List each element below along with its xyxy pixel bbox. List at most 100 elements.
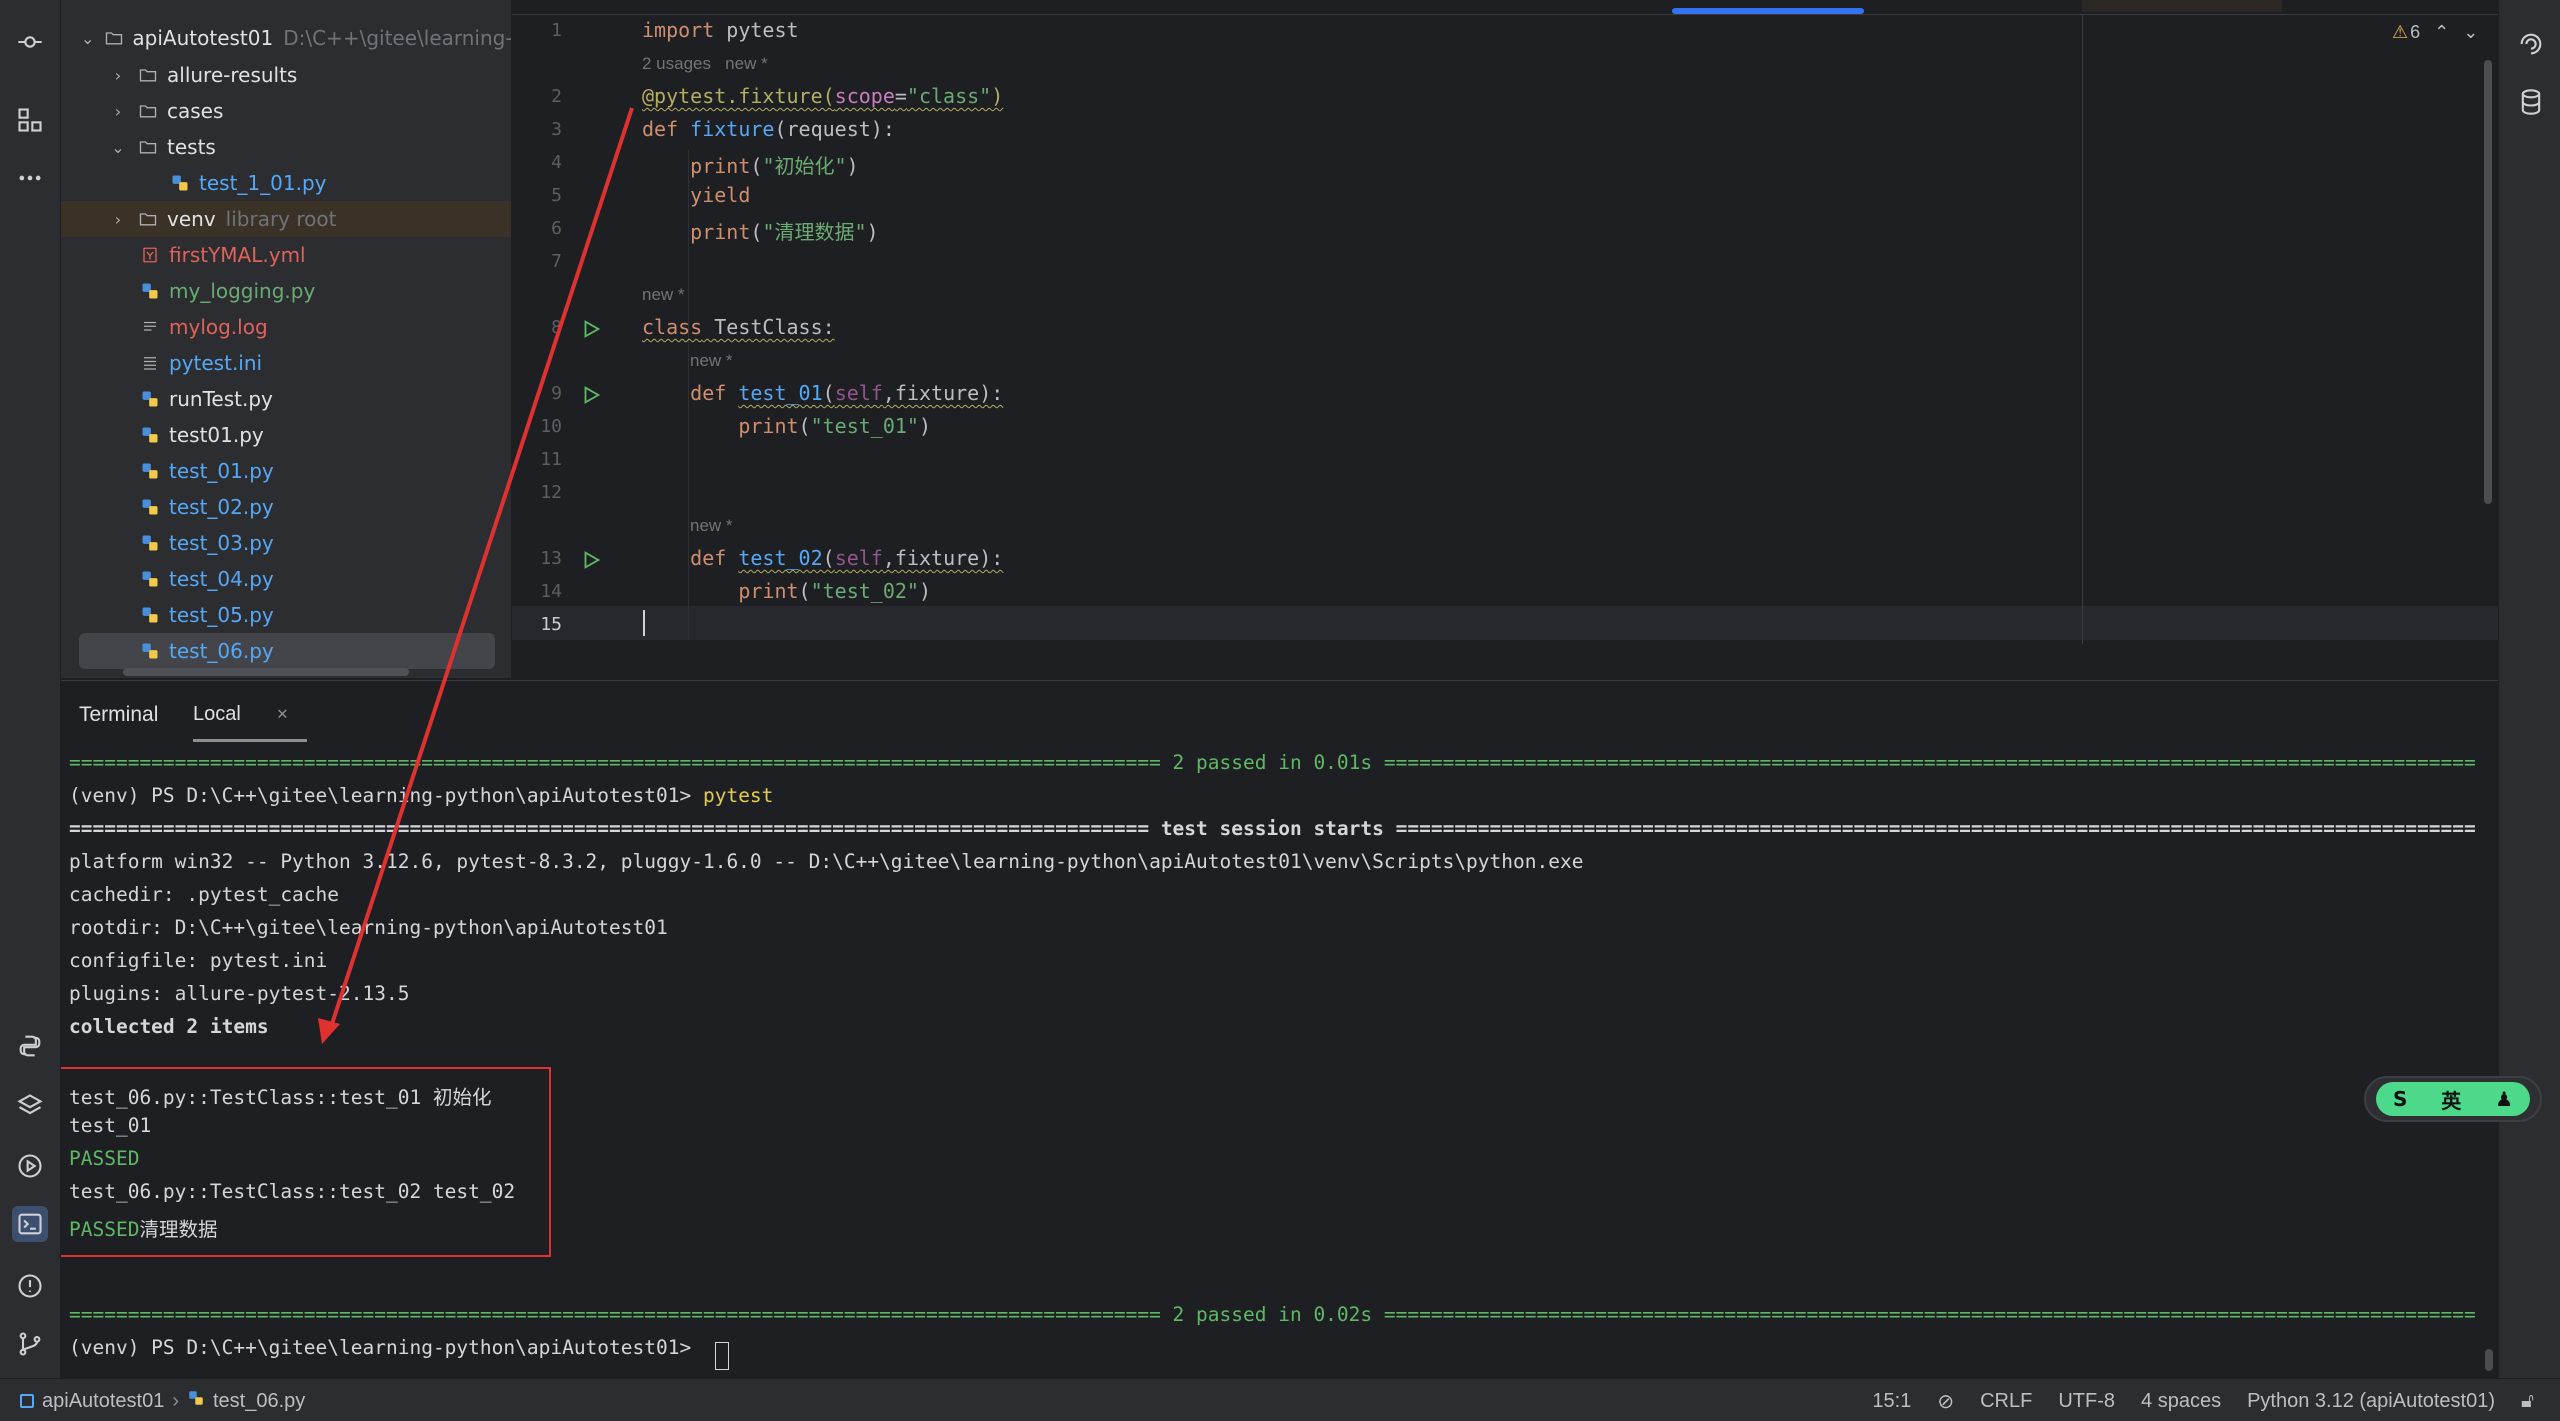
code-line-8: class TestClass:	[642, 315, 835, 339]
tree-item-runtest[interactable]: runTest.py	[61, 381, 511, 417]
ai-assistant-icon[interactable]	[2513, 26, 2549, 62]
code-line-6: print("清理数据")	[642, 216, 878, 245]
problems-icon[interactable]	[12, 1268, 48, 1304]
builtin: print	[690, 154, 751, 178]
tree-item-test-05[interactable]: test_05.py	[61, 597, 511, 633]
chevron-up-icon[interactable]: ⌃	[2434, 22, 2449, 43]
line-number: 12	[540, 482, 562, 503]
tree-root-label: apiAutotest01	[132, 26, 274, 50]
tree-item-label: test_01.py	[169, 459, 274, 483]
python-interpreter[interactable]: Python 3.12 (apiAutotest01)	[2247, 1390, 2495, 1413]
chevron-down-icon[interactable]: ⌄	[81, 29, 94, 48]
code-text: ,fixture):	[882, 546, 1004, 570]
folder-icon	[137, 208, 159, 230]
warning-icon: ⚠	[2392, 22, 2409, 42]
indent-setting[interactable]: 4 spaces	[2141, 1390, 2221, 1413]
line-separator[interactable]: CRLF	[1980, 1390, 2032, 1413]
self-keyword: self	[834, 546, 883, 570]
tree-item-allure-results[interactable]: › allure-results	[61, 57, 511, 93]
breadcrumb-project[interactable]: apiAutotest01	[42, 1390, 164, 1413]
function-name: test_02	[738, 546, 823, 570]
inspection-widget[interactable]: ⚠ 6 ⌃ ⌄	[2392, 22, 2478, 43]
tree-item-test01[interactable]: test01.py	[61, 417, 511, 453]
commit-icon[interactable]	[12, 24, 48, 60]
layers-icon[interactable]	[12, 1088, 48, 1124]
tree-item-label: test_1_01.py	[199, 171, 327, 195]
tree-horizontal-scrollbar[interactable]	[123, 668, 409, 676]
annotation-highlight-box	[61, 1067, 551, 1257]
terminal-prompt: (venv) PS D:\C++\gitee\learning-python\a…	[69, 1336, 703, 1359]
tree-item-test-1-01[interactable]: test_1_01.py	[61, 165, 511, 201]
line-number: 3	[551, 119, 562, 140]
python-file-icon	[139, 532, 161, 554]
string-literal: "test_02"	[810, 579, 919, 603]
chevron-right-icon[interactable]: ›	[109, 66, 127, 85]
ime-widget[interactable]: S 英 ♟	[2364, 1076, 2542, 1122]
tree-item-tests[interactable]: ⌄ tests	[61, 129, 511, 165]
code-line-1: import pytest	[642, 18, 799, 42]
tree-item-pytest-ini[interactable]: pytest.ini	[61, 345, 511, 381]
code-line-10: print("test_01")	[642, 414, 931, 438]
folder-icon	[137, 64, 159, 86]
chevron-down-icon[interactable]: ⌄	[109, 138, 127, 157]
tree-item-test-03[interactable]: test_03.py	[61, 525, 511, 561]
run-test-icon[interactable]	[580, 549, 602, 571]
git-branch-icon[interactable]	[12, 1326, 48, 1362]
tree-item-my-logging[interactable]: my_logging.py	[61, 273, 511, 309]
code-text: ,fixture):	[882, 381, 1004, 405]
line-number: 5	[551, 185, 562, 206]
tree-item-test-02[interactable]: test_02.py	[61, 489, 511, 525]
tree-item-label: test_02.py	[169, 495, 274, 519]
tree-item-label: my_logging.py	[169, 279, 316, 303]
usages-hint[interactable]: 2 usages	[642, 54, 711, 73]
editor-tab-inactive[interactable]	[2082, 0, 2282, 12]
ime-pill[interactable]: S 英 ♟	[2376, 1082, 2530, 1116]
string-literal: "清理数据"	[762, 220, 867, 244]
code-editor[interactable]: ⚠ 6 ⌃ ⌄ 1 2 3 4 5 6 7 8 9 10 11 12 13 14…	[512, 0, 2498, 648]
code-text: )	[918, 579, 932, 603]
builtin: print	[690, 220, 751, 244]
tree-item-mylog[interactable]: mylog.log	[61, 309, 511, 345]
structure-icon[interactable]	[12, 102, 48, 138]
tree-root[interactable]: ⌄ apiAutotest01 D:\C++\gitee\learning-p	[61, 20, 511, 56]
file-encoding[interactable]: UTF-8	[2058, 1390, 2115, 1413]
terminal-cursor	[715, 1342, 729, 1370]
run-test-icon[interactable]	[580, 384, 602, 406]
no-highlight-icon[interactable]: ⊘	[1937, 1389, 1954, 1414]
tree-item-cases[interactable]: › cases	[61, 93, 511, 129]
tree-item-firstymal[interactable]: firstYMAL.yml	[61, 237, 511, 273]
terminal-line: configfile: pytest.ini	[69, 949, 328, 972]
inlay-hint: new *	[642, 285, 685, 304]
inlay-hint: new *	[690, 351, 733, 370]
terminal-scrollbar[interactable]	[2485, 1349, 2493, 1371]
inlay-hint[interactable]: 2 usages new *	[642, 54, 768, 74]
tree-item-test-06[interactable]: test_06.py	[79, 633, 495, 669]
tree-item-test-01[interactable]: test_01.py	[61, 453, 511, 489]
unlock-icon[interactable]: 🔓︎	[2521, 1390, 2534, 1413]
run-class-icon[interactable]	[580, 318, 602, 340]
terminal-panel[interactable]: Terminal Local ✕ =======================…	[61, 680, 2498, 1379]
database-icon[interactable]	[2513, 84, 2549, 120]
terminal-tab-local[interactable]: Local	[193, 703, 241, 726]
line-number: 13	[540, 548, 562, 569]
terminal-title[interactable]: Terminal	[79, 703, 158, 727]
tree-item-venv[interactable]: › venv library root	[61, 201, 511, 237]
editor-scrollbar[interactable]	[2484, 60, 2492, 504]
python-console-icon[interactable]	[12, 1028, 48, 1064]
code-text: )	[918, 414, 932, 438]
chevron-down-icon[interactable]: ⌄	[2463, 22, 2478, 43]
run-tool-icon[interactable]	[12, 1148, 48, 1184]
breadcrumb-file[interactable]: test_06.py	[213, 1390, 305, 1413]
terminal-header	[61, 681, 2498, 743]
python-file-icon	[139, 280, 161, 302]
close-icon[interactable]: ✕	[277, 703, 288, 724]
chevron-right-icon[interactable]: ›	[109, 210, 127, 229]
python-file-icon	[139, 388, 161, 410]
terminal-tool-icon[interactable]	[12, 1206, 48, 1242]
tree-item-test-04[interactable]: test_04.py	[61, 561, 511, 597]
text-file-icon	[139, 316, 161, 338]
python-file-icon	[139, 604, 161, 626]
caret-position[interactable]: 15:1	[1872, 1390, 1911, 1413]
more-icon[interactable]	[12, 160, 48, 196]
chevron-right-icon[interactable]: ›	[109, 102, 127, 121]
